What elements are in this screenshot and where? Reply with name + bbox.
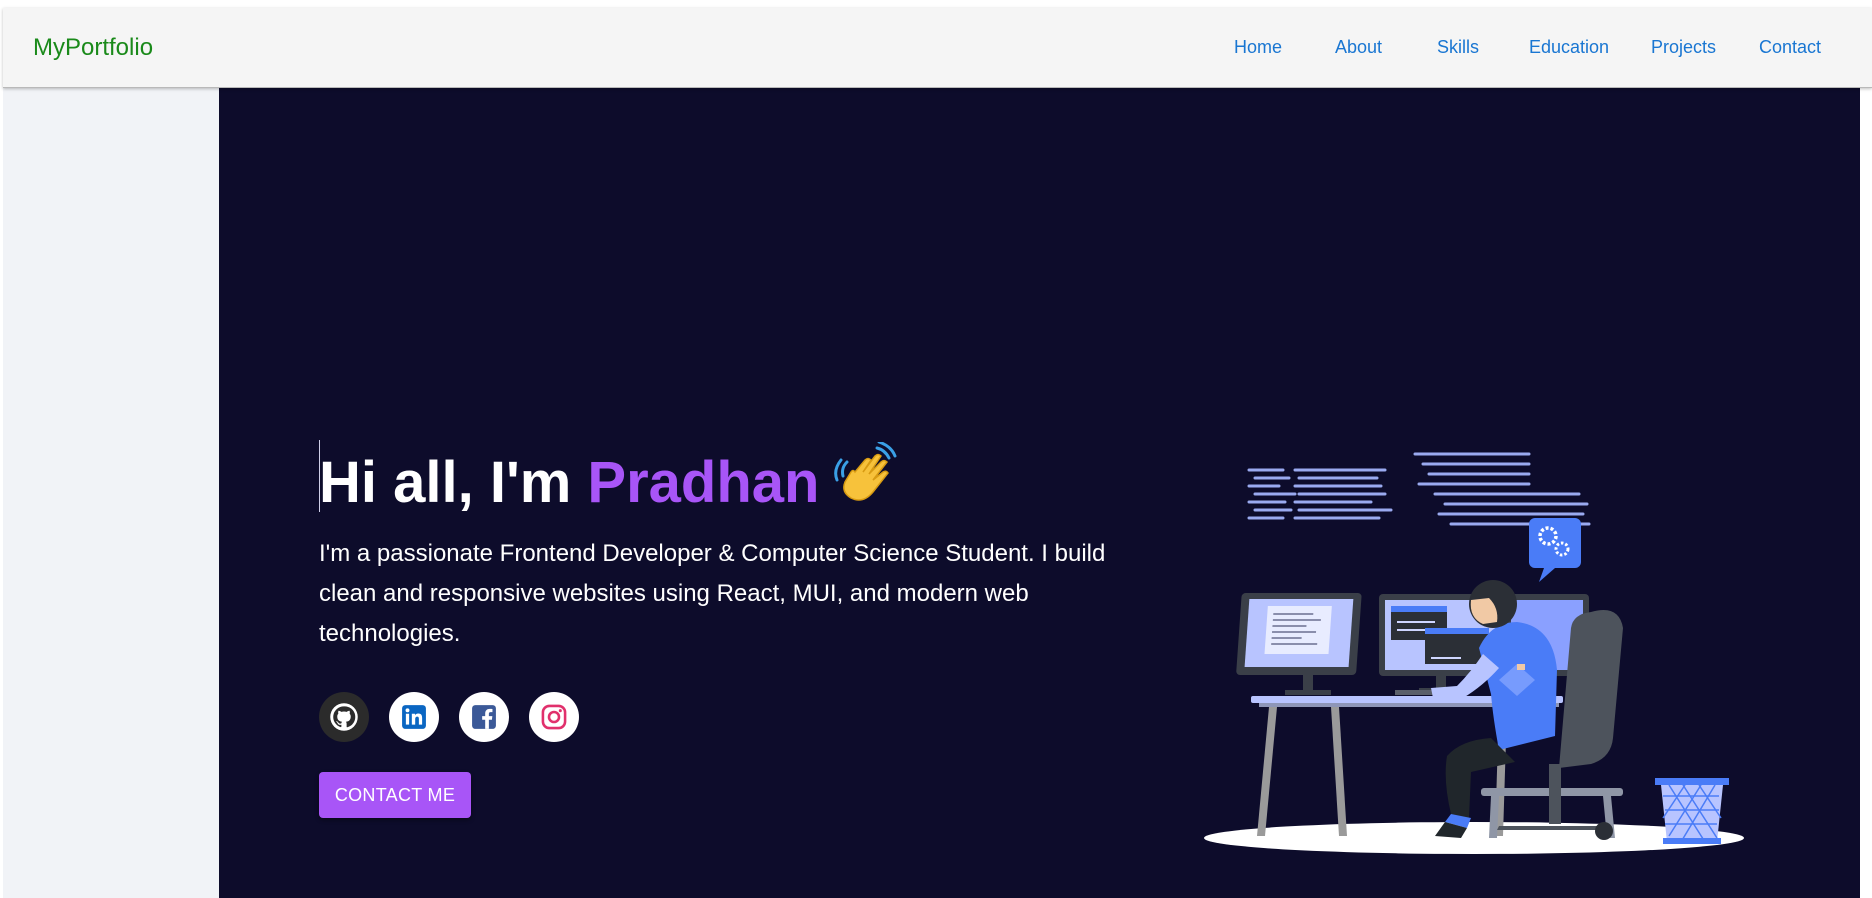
nav-link-projects[interactable]: Projects	[1651, 38, 1716, 56]
waving-hand-icon	[833, 440, 897, 521]
right-gap	[1860, 88, 1872, 898]
facebook-link[interactable]	[459, 692, 509, 742]
left-panel	[3, 88, 219, 898]
top-strip	[0, 0, 1872, 8]
nav-link-education[interactable]: Education	[1529, 38, 1609, 56]
greeting-text: Hi all, I'm	[319, 450, 588, 515]
developer-illustration	[1204, 452, 1744, 854]
nav-link-home[interactable]: Home	[1234, 38, 1282, 56]
facebook-icon	[472, 705, 496, 729]
github-link[interactable]	[319, 692, 369, 742]
brand-logo[interactable]: MyPortfolio	[33, 36, 153, 60]
instagram-link[interactable]	[529, 692, 579, 742]
linkedin-icon	[402, 705, 426, 729]
navbar: MyPortfolio Home About Skills Education …	[3, 8, 1872, 88]
hero-name: Pradhan	[587, 450, 820, 515]
instagram-icon	[541, 704, 567, 730]
hero-bio: I'm a passionate Frontend Developer & Co…	[319, 540, 1106, 647]
linkedin-link[interactable]	[389, 692, 439, 742]
nav-link-contact[interactable]: Contact	[1759, 38, 1821, 56]
nav-link-skills[interactable]: Skills	[1437, 38, 1479, 56]
hero-section: Hi all, I'm Pradhan I'm a passionate Fro…	[219, 88, 1860, 898]
hero-heading: Hi all, I'm Pradhan	[319, 440, 897, 521]
github-icon	[330, 703, 358, 731]
contact-me-button[interactable]: CONTACT ME	[319, 772, 471, 818]
nav-link-about[interactable]: About	[1335, 38, 1382, 56]
